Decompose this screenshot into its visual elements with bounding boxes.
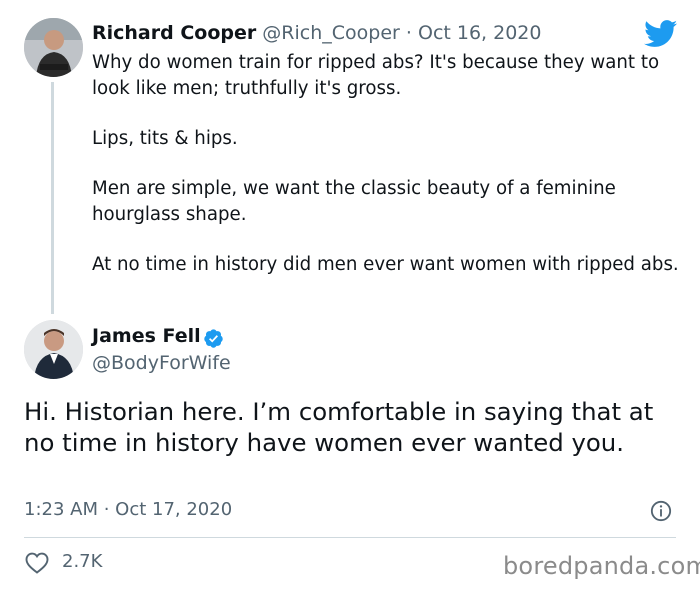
reply-paragraph: At no time in history did men ever want … <box>92 254 679 275</box>
reply-author-avatar[interactable] <box>24 18 83 77</box>
heart-icon[interactable] <box>25 552 49 574</box>
main-author-name[interactable]: James Fell <box>92 325 201 347</box>
reply-paragraph: Why do women train for ripped abs? It's … <box>92 52 660 99</box>
watermark: boredpanda.com <box>503 552 700 580</box>
main-author-handle[interactable]: @BodyForWife <box>92 352 231 374</box>
tweet-timestamp[interactable]: 1:23 AM · Oct 17, 2020 <box>24 499 232 520</box>
main-author-avatar[interactable] <box>24 320 83 379</box>
reply-author-handle[interactable]: @Rich_Cooper <box>262 22 400 44</box>
reply-paragraph: Lips, tits & hips. <box>92 128 238 149</box>
header-separator: · <box>405 22 412 44</box>
reply-author-name[interactable]: Richard Cooper <box>92 22 256 44</box>
info-icon[interactable] <box>650 500 672 522</box>
reply-date[interactable]: Oct 16, 2020 <box>418 22 542 44</box>
like-count[interactable]: 2.7K <box>62 551 102 572</box>
twitter-bird-icon <box>644 20 678 47</box>
thread-connector-line <box>51 82 54 314</box>
main-tweet-text: Hi. Historian here. I’m comfortable in s… <box>24 397 654 457</box>
reply-paragraph: Men are simple, we want the classic beau… <box>92 178 616 225</box>
reply-tweet-body: Why do women train for ripped abs? It's … <box>92 50 682 278</box>
divider <box>24 537 676 538</box>
reply-header: Richard Cooper @Rich_Cooper · Oct 16, 20… <box>92 22 541 44</box>
verified-badge-icon <box>204 329 223 348</box>
